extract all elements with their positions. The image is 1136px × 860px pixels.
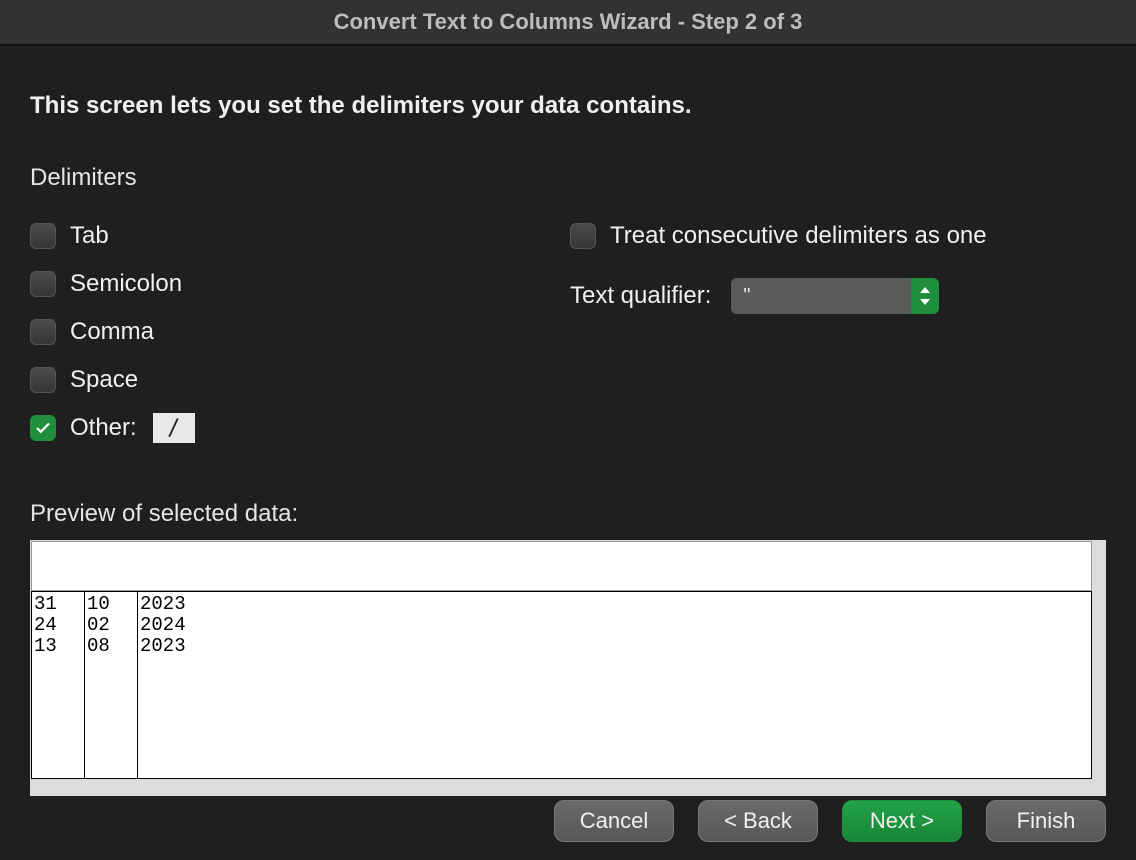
finish-button[interactable]: Finish — [986, 800, 1106, 842]
preview-header-strip — [31, 541, 1092, 591]
tab-label: Tab — [70, 222, 109, 250]
preview-cell: 02 — [87, 615, 135, 636]
space-checkbox[interactable] — [30, 367, 56, 393]
text-qualifier-value: " — [743, 285, 750, 308]
preview-grid: 31 24 13 10 02 08 2023 2024 2023 — [31, 591, 1092, 779]
text-qualifier-label: Text qualifier: — [570, 282, 711, 310]
preview-cell: 24 — [34, 615, 82, 636]
semicolon-label: Semicolon — [70, 270, 182, 298]
delimiters-heading: Delimiters — [30, 164, 1106, 192]
window-title: Convert Text to Columns Wizard - Step 2 … — [0, 0, 1136, 46]
treat-consecutive-checkbox[interactable] — [570, 223, 596, 249]
preview-cell: 2024 — [140, 615, 1089, 636]
select-stepper-icon — [911, 278, 939, 314]
preview-cell: 10 — [87, 594, 135, 615]
other-delimiter-input[interactable] — [153, 413, 195, 443]
preview-cell: 08 — [87, 636, 135, 657]
semicolon-checkbox[interactable] — [30, 271, 56, 297]
other-checkbox[interactable] — [30, 415, 56, 441]
space-label: Space — [70, 366, 138, 394]
comma-checkbox[interactable] — [30, 319, 56, 345]
preview-cell: 31 — [34, 594, 82, 615]
preview-heading: Preview of selected data: — [30, 500, 1106, 528]
other-label: Other: — [70, 414, 137, 442]
cancel-button[interactable]: Cancel — [554, 800, 674, 842]
preview-pane: 31 24 13 10 02 08 2023 2024 2023 — [30, 540, 1106, 796]
preview-cell: 2023 — [140, 636, 1089, 657]
back-button[interactable]: < Back — [698, 800, 818, 842]
comma-label: Comma — [70, 318, 154, 346]
text-qualifier-select[interactable]: " — [731, 278, 939, 314]
preview-cell: 13 — [34, 636, 82, 657]
preview-cell: 2023 — [140, 594, 1089, 615]
next-button[interactable]: Next > — [842, 800, 962, 842]
tab-checkbox[interactable] — [30, 223, 56, 249]
treat-consecutive-label: Treat consecutive delimiters as one — [610, 222, 987, 250]
instruction-text: This screen lets you set the delimiters … — [30, 92, 1106, 120]
